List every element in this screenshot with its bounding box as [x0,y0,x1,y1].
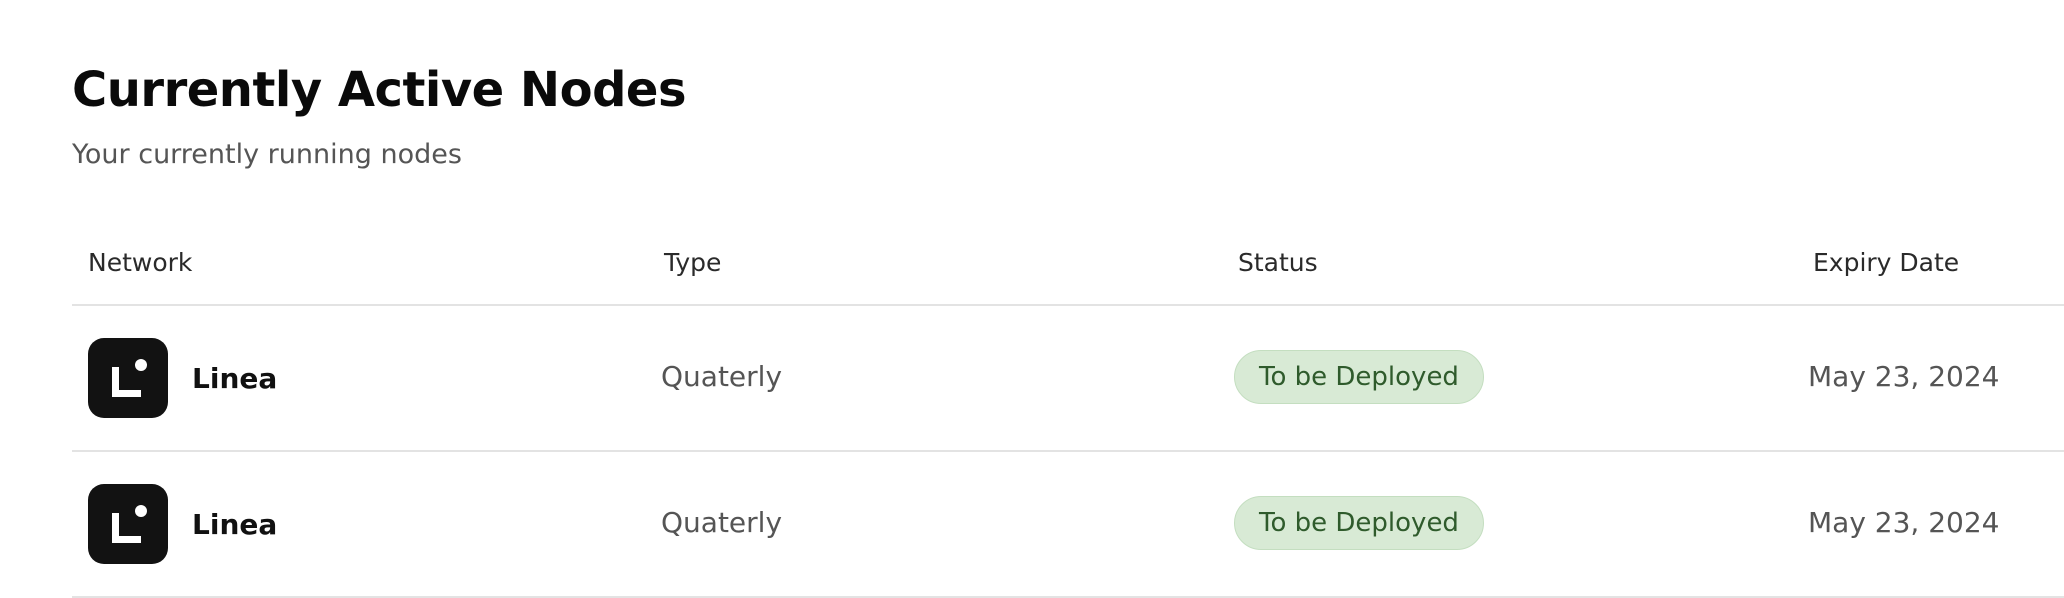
column-header-expiry-date[interactable]: Expiry Date [1813,248,1959,277]
expiry-date: May 23, 2024 [1808,360,2000,393]
network-cell: Linea [88,484,277,564]
linea-logo-icon [88,484,168,564]
expiry-date: May 23, 2024 [1808,506,2000,539]
nodes-table: Network Type Status Expiry Date Linea Qu… [72,226,2064,598]
table-header: Network Type Status Expiry Date [72,226,2064,306]
table-row[interactable]: Linea Quaterly To be Deployed May 23, 20… [72,452,2064,598]
network-cell: Linea [88,338,277,418]
status-badge: To be Deployed [1234,496,1484,550]
column-header-network[interactable]: Network [88,248,192,277]
column-header-type[interactable]: Type [664,248,721,277]
node-type: Quaterly [661,360,783,393]
column-header-status[interactable]: Status [1238,248,1318,277]
status-badge: To be Deployed [1234,350,1484,404]
network-name: Linea [192,507,278,541]
table-row[interactable]: Linea Quaterly To be Deployed May 23, 20… [72,306,2064,452]
active-nodes-page: Currently Active Nodes Your currently ru… [0,0,2064,598]
page-subtitle: Your currently running nodes [72,139,462,170]
linea-logo-icon [88,338,168,418]
network-name: Linea [192,361,278,395]
page-title: Currently Active Nodes [72,62,687,118]
node-type: Quaterly [661,506,783,539]
